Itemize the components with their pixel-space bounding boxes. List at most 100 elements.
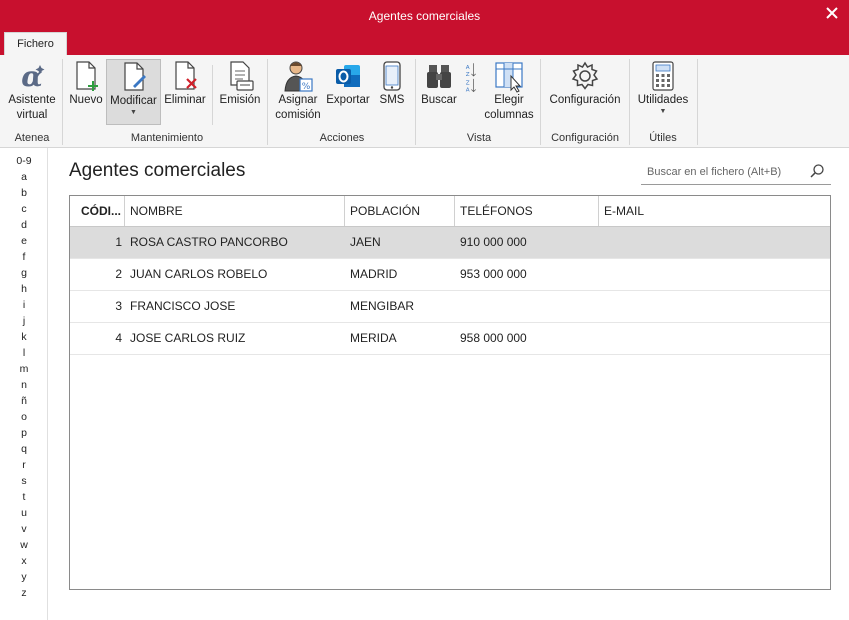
tab-fichero[interactable]: Fichero bbox=[4, 32, 67, 55]
chevron-down-icon: ▼ bbox=[659, 108, 667, 115]
group-label-atenea: Atenea bbox=[14, 132, 50, 144]
group-label-acciones: Acciones bbox=[319, 132, 365, 144]
ribbon-separator bbox=[212, 65, 213, 125]
binoculars-icon bbox=[427, 65, 451, 88]
alpha-item[interactable]: w bbox=[0, 539, 48, 551]
svg-text:α: α bbox=[21, 60, 43, 93]
window-title: Agentes comerciales bbox=[368, 9, 481, 23]
group-label-vista: Vista bbox=[466, 132, 492, 144]
cell-codigo: 3 bbox=[115, 299, 122, 313]
eliminar-button[interactable]: Eliminar bbox=[163, 59, 207, 108]
alpha-item[interactable]: v bbox=[0, 523, 48, 535]
alpha-item[interactable]: o bbox=[0, 411, 48, 423]
sort-button[interactable]: A Z Z A bbox=[459, 59, 481, 93]
buscar-button[interactable]: Buscar bbox=[420, 59, 458, 108]
phone-icon bbox=[383, 61, 401, 91]
cell-nombre: JOSE CARLOS RUIZ bbox=[130, 331, 246, 345]
cell-codigo: 4 bbox=[115, 331, 122, 345]
asistente-virtual-button[interactable]: α Asistente virtual bbox=[4, 59, 60, 123]
elegir-columnas-button[interactable]: Elegir columnas bbox=[484, 59, 534, 123]
utilidades-button[interactable]: Utilidades ▼ bbox=[634, 59, 692, 116]
alpha-item[interactable]: c bbox=[0, 203, 48, 215]
alpha-item[interactable]: h bbox=[0, 283, 48, 295]
cell-poblacion: MENGIBAR bbox=[350, 299, 415, 313]
alpha-item[interactable]: k bbox=[0, 331, 48, 343]
cell-poblacion: JAEN bbox=[350, 235, 381, 249]
print-document-icon bbox=[230, 61, 254, 91]
exportar-button[interactable]: Exportar bbox=[325, 59, 371, 108]
alpha-item[interactable]: l bbox=[0, 347, 48, 359]
column-header-codigo[interactable]: CÓDI... bbox=[70, 196, 125, 226]
alpha-item[interactable]: ñ bbox=[0, 395, 48, 407]
alpha-item[interactable]: f bbox=[0, 251, 48, 263]
table-header: CÓDI... NOMBRE POBLACIÓN TELÉFONOS E-MAI… bbox=[70, 196, 830, 227]
alpha-item[interactable]: z bbox=[0, 587, 48, 599]
delete-document-icon bbox=[175, 61, 197, 90]
column-header-poblacion[interactable]: POBLACIÓN bbox=[345, 196, 455, 226]
svg-text:A: A bbox=[466, 65, 470, 71]
modificar-button[interactable]: Modificar ▼ bbox=[106, 59, 161, 125]
configuracion-button[interactable]: Configuración bbox=[546, 59, 624, 108]
alpha-item[interactable]: u bbox=[0, 507, 48, 519]
title-bar: Agentes comerciales bbox=[0, 0, 849, 32]
alpha-item[interactable]: t bbox=[0, 491, 48, 503]
search-icon[interactable] bbox=[809, 163, 825, 179]
close-icon[interactable] bbox=[823, 4, 841, 22]
ribbon-separator bbox=[415, 59, 416, 145]
alpha-item[interactable]: q bbox=[0, 443, 48, 455]
tab-strip: Fichero bbox=[0, 32, 849, 55]
nuevo-button[interactable]: Nuevo bbox=[67, 59, 105, 108]
sort-az-icon: A Z Z A bbox=[466, 63, 476, 93]
cell-codigo: 2 bbox=[115, 267, 122, 281]
alpha-item[interactable]: d bbox=[0, 219, 48, 231]
page-title: Agentes comerciales bbox=[69, 160, 246, 181]
cell-nombre: ROSA CASTRO PANCORBO bbox=[130, 235, 288, 249]
table-row[interactable]: 2 JUAN CARLOS ROBELO MADRID 953 000 000 bbox=[70, 259, 830, 291]
group-label-utiles: Útiles bbox=[649, 132, 677, 144]
alphabet-index: 0-9 a b c d e f g h i j k l m n ñ o p q … bbox=[0, 148, 48, 620]
search-box bbox=[641, 159, 831, 185]
alpha-item[interactable]: e bbox=[0, 235, 48, 247]
alpha-item[interactable]: x bbox=[0, 555, 48, 567]
calculator-icon bbox=[652, 61, 674, 91]
alpha-item[interactable]: j bbox=[0, 315, 48, 327]
table-row[interactable]: 4 JOSE CARLOS RUIZ MERIDA 958 000 000 bbox=[70, 323, 830, 355]
person-percent-icon: % bbox=[284, 61, 313, 92]
sms-button[interactable]: SMS bbox=[376, 59, 408, 108]
svg-text:Z: Z bbox=[466, 72, 470, 78]
column-header-email[interactable]: E-MAIL bbox=[599, 196, 830, 226]
column-header-nombre[interactable]: NOMBRE bbox=[125, 196, 345, 226]
cell-nombre: FRANCISCO JOSE bbox=[130, 299, 236, 313]
ribbon-separator bbox=[62, 59, 63, 145]
agents-table: CÓDI... NOMBRE POBLACIÓN TELÉFONOS E-MAI… bbox=[69, 195, 831, 590]
alpha-item[interactable]: 0-9 bbox=[0, 155, 48, 167]
alpha-item[interactable]: b bbox=[0, 187, 48, 199]
alpha-item[interactable]: r bbox=[0, 459, 48, 471]
alpha-item[interactable]: m bbox=[0, 363, 48, 375]
alpha-item[interactable]: y bbox=[0, 571, 48, 583]
cell-telefonos: 958 000 000 bbox=[460, 331, 527, 345]
column-header-telefonos[interactable]: TELÉFONOS bbox=[455, 196, 599, 226]
alpha-item[interactable]: s bbox=[0, 475, 48, 487]
alpha-item[interactable]: a bbox=[0, 171, 48, 183]
asignar-comision-button[interactable]: % Asignar comisión bbox=[273, 59, 323, 123]
gear-icon bbox=[571, 61, 599, 90]
alpha-item[interactable]: g bbox=[0, 267, 48, 279]
table-row[interactable]: 3 FRANCISCO JOSE MENGIBAR bbox=[70, 291, 830, 323]
emision-button[interactable]: Emisión bbox=[218, 59, 262, 108]
chevron-down-icon: ▼ bbox=[130, 109, 137, 116]
table-row[interactable]: 1 ROSA CASTRO PANCORBO JAEN 910 000 000 bbox=[70, 227, 830, 259]
cell-telefonos: 910 000 000 bbox=[460, 235, 527, 249]
new-document-icon bbox=[76, 61, 98, 91]
outlook-icon bbox=[336, 65, 360, 87]
cell-telefonos: 953 000 000 bbox=[460, 267, 527, 281]
search-input[interactable] bbox=[641, 163, 801, 181]
cell-poblacion: MADRID bbox=[350, 267, 398, 281]
alpha-item[interactable]: n bbox=[0, 379, 48, 391]
alpha-item[interactable]: i bbox=[0, 299, 48, 311]
edit-document-icon bbox=[123, 62, 146, 91]
cell-poblacion: MERIDA bbox=[350, 331, 397, 345]
group-label-configuracion: Configuración bbox=[551, 132, 619, 144]
alpha-item[interactable]: p bbox=[0, 427, 48, 439]
svg-text:Z: Z bbox=[466, 81, 470, 87]
